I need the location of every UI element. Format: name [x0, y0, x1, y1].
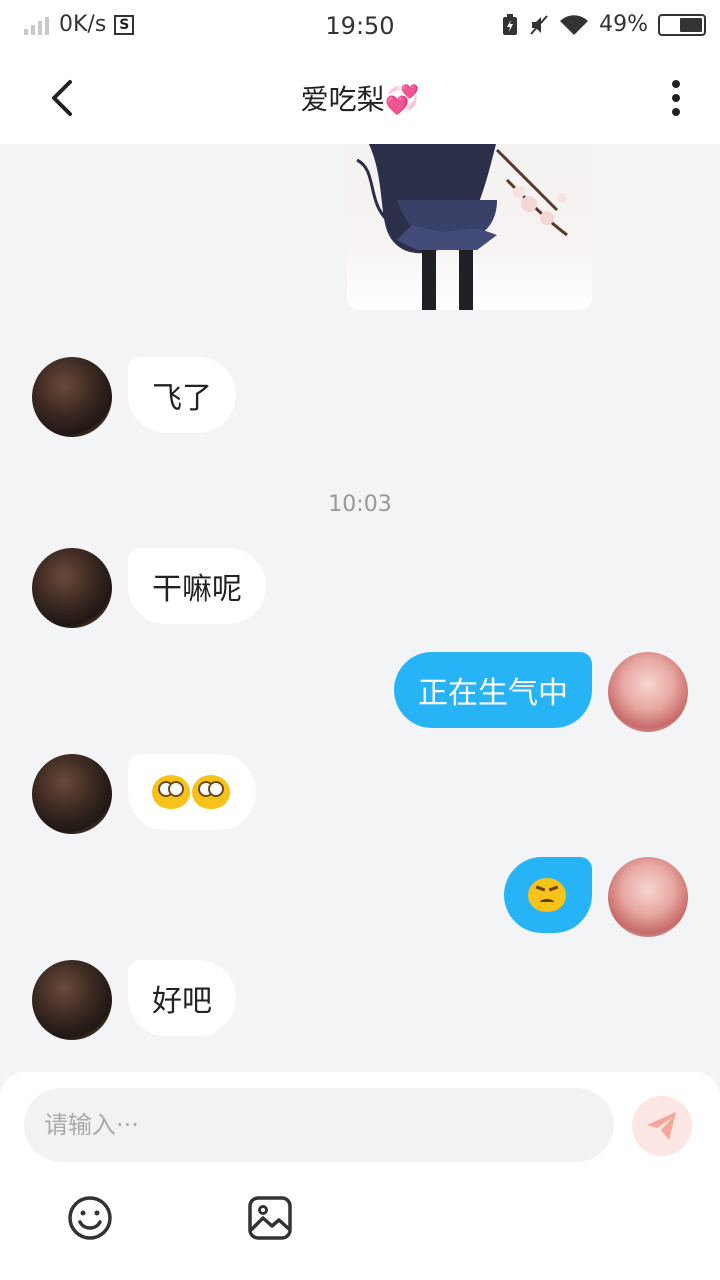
sent-message[interactable]: 正在生气中: [394, 652, 592, 728]
chat-header: 爱吃梨💞: [0, 52, 720, 144]
time-divider: 10:03: [328, 492, 392, 517]
received-message[interactable]: 飞了: [128, 357, 236, 433]
sent-emoji-message[interactable]: [504, 857, 592, 933]
input-bar: [0, 1072, 720, 1280]
eye-roll-emoji-icon: [192, 775, 230, 809]
mute-icon: [530, 14, 548, 35]
status-bar: 0K/s S 19:50 49%: [0, 0, 720, 52]
message-text: 正在生气中: [418, 676, 568, 711]
send-icon: [647, 1112, 676, 1140]
message-text: 好吧: [152, 984, 212, 1019]
status-right: 49%: [501, 12, 706, 37]
eye-roll-emoji-icon: [152, 775, 190, 809]
angry-emoji-icon: [528, 878, 566, 912]
send-button[interactable]: [632, 1096, 692, 1156]
message-text: 飞了: [152, 381, 212, 416]
my-avatar[interactable]: [608, 857, 688, 937]
title-wrap: 爱吃梨💞: [0, 78, 720, 118]
received-message[interactable]: 干嘛呢: [128, 548, 266, 624]
message-input[interactable]: [24, 1088, 614, 1162]
received-emoji-message[interactable]: [128, 754, 256, 830]
received-message[interactable]: 好吧: [128, 960, 236, 1036]
more-options-button[interactable]: [660, 76, 692, 120]
wifi-icon: [560, 14, 589, 35]
message-text: 干嘛呢: [152, 572, 242, 607]
contact-avatar[interactable]: [32, 357, 112, 437]
image-icon[interactable]: [246, 1194, 294, 1242]
battery-fill: [680, 17, 702, 32]
contact-avatar[interactable]: [32, 960, 112, 1040]
chat-area[interactable]: 飞了 10:03 干嘛呢 正在生气中 好吧: [0, 144, 720, 1072]
image-message[interactable]: [347, 144, 592, 310]
my-avatar[interactable]: [608, 652, 688, 732]
battery-percent: 49%: [599, 12, 648, 37]
chat-title: 爱吃梨💞: [300, 83, 420, 116]
battery-charging-icon: [503, 13, 518, 35]
contact-avatar[interactable]: [32, 548, 112, 628]
emoji-icon[interactable]: [66, 1194, 114, 1242]
anime-girl-image: [356, 144, 568, 310]
contact-avatar[interactable]: [32, 754, 112, 834]
battery-icon: [658, 13, 706, 36]
